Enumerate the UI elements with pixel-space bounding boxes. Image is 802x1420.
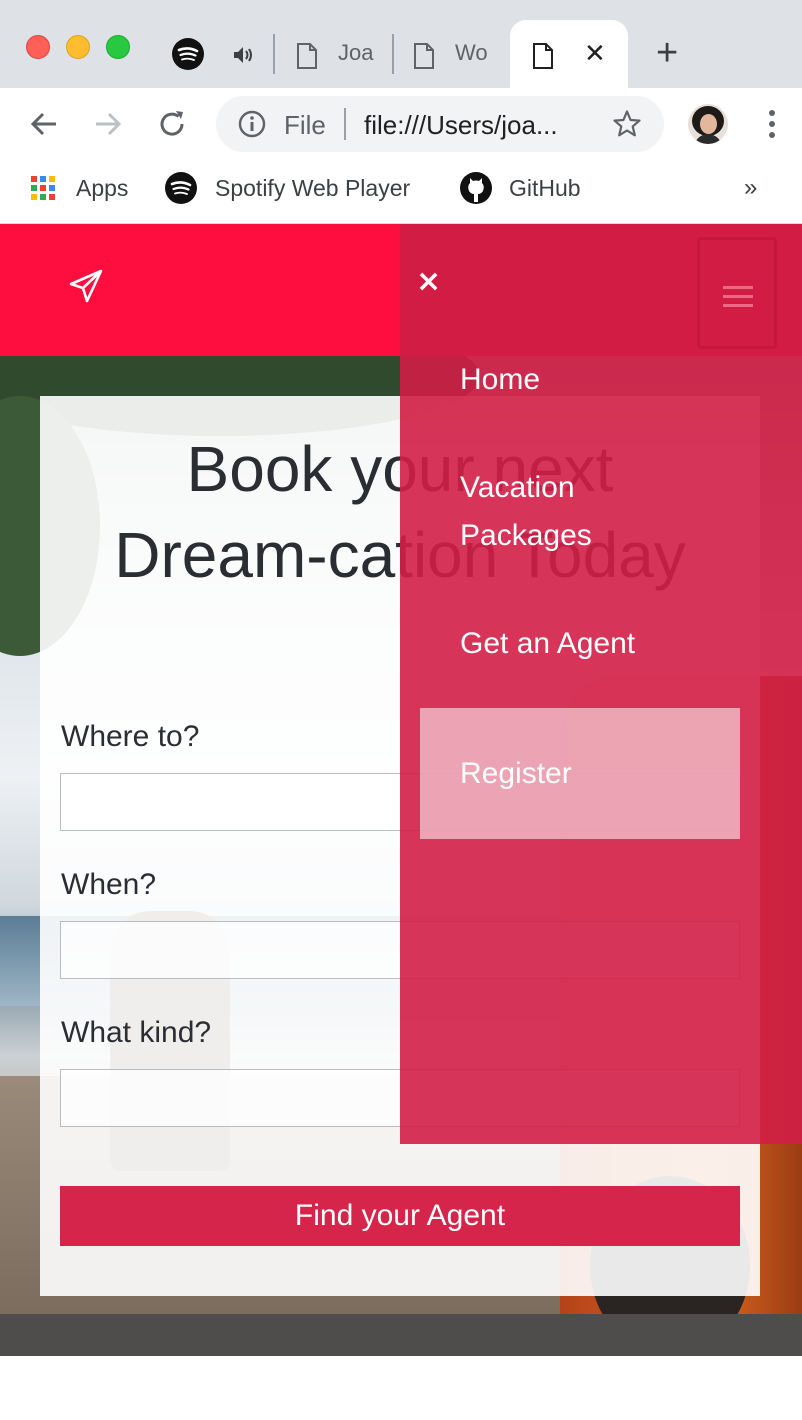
browser-tab-spotify[interactable] bbox=[160, 20, 272, 88]
document-icon bbox=[414, 43, 434, 69]
hero-curb bbox=[0, 1314, 802, 1356]
what-kind-label: What kind? bbox=[61, 1016, 212, 1049]
forward-arrow-icon bbox=[96, 112, 122, 136]
star-bookmark-icon[interactable] bbox=[612, 109, 642, 139]
address-url[interactable]: file:///Users/joa... bbox=[364, 110, 558, 141]
reload-icon bbox=[160, 111, 184, 136]
back-button[interactable] bbox=[26, 106, 62, 142]
bookmark-label: GitHub bbox=[509, 174, 581, 201]
where-to-label: Where to? bbox=[61, 720, 200, 753]
tab-separator bbox=[392, 34, 394, 74]
forward-button[interactable] bbox=[90, 106, 126, 142]
web-page: Book your next Dream-cation Today Where … bbox=[0, 224, 802, 1420]
audio-playing-icon[interactable] bbox=[232, 44, 254, 66]
tab-separator bbox=[273, 34, 275, 74]
hamburger-line bbox=[723, 295, 753, 298]
browser-tab-joa[interactable]: Joa bbox=[276, 20, 392, 88]
apps-grid-icon bbox=[31, 176, 55, 200]
register-label: Register bbox=[460, 757, 572, 790]
bookmark-github[interactable]: GitHub bbox=[459, 172, 581, 204]
menu-item-vacation-packages-line2[interactable]: Packages bbox=[460, 512, 592, 560]
menu-item-vacation-packages[interactable]: Vacation bbox=[460, 464, 575, 512]
window-maximize-button[interactable] bbox=[106, 35, 130, 59]
nav-menu-panel: Home Vacation Packages Get an Agent Regi… bbox=[400, 356, 802, 1144]
bookmarks-overflow-button[interactable]: » bbox=[744, 174, 757, 202]
spotify-icon bbox=[165, 172, 197, 204]
more-menu-icon[interactable] bbox=[762, 108, 782, 140]
close-tab-icon[interactable]: ✕ bbox=[584, 38, 606, 69]
menu-item-get-an-agent[interactable]: Get an Agent bbox=[460, 620, 635, 668]
menu-item-home[interactable]: Home bbox=[460, 356, 540, 404]
paper-plane-icon[interactable] bbox=[68, 268, 104, 304]
close-menu-icon[interactable]: × bbox=[416, 264, 441, 300]
bookmark-apps[interactable]: Apps bbox=[30, 172, 128, 204]
document-icon bbox=[533, 43, 553, 69]
address-bar[interactable]: File file:///Users/joa... bbox=[216, 96, 664, 152]
bookmarks-bar: Apps Spotify Web Player GitHub » bbox=[0, 160, 802, 224]
info-icon[interactable] bbox=[238, 110, 266, 138]
hamburger-line bbox=[723, 304, 753, 307]
profile-avatar[interactable] bbox=[688, 104, 728, 144]
window-close-button[interactable] bbox=[26, 35, 50, 59]
hamburger-line bbox=[723, 286, 753, 289]
when-label: When? bbox=[61, 868, 157, 901]
document-icon bbox=[297, 43, 317, 69]
github-icon bbox=[460, 172, 492, 204]
bookmark-label: Spotify Web Player bbox=[215, 174, 411, 201]
reload-button[interactable] bbox=[154, 106, 190, 142]
address-divider bbox=[344, 108, 346, 140]
browser-tabstrip: Joa Wo ✕ + bbox=[0, 0, 802, 88]
spotify-icon bbox=[172, 38, 204, 70]
hamburger-menu-button[interactable] bbox=[697, 237, 777, 349]
address-scheme: File bbox=[284, 110, 326, 140]
find-agent-button[interactable]: Find your Agent bbox=[60, 1186, 740, 1246]
tab-title: Joa bbox=[338, 40, 374, 65]
browser-tab-active[interactable]: ✕ bbox=[510, 20, 628, 88]
bookmark-spotify[interactable]: Spotify Web Player bbox=[165, 172, 410, 204]
menu-item-register[interactable]: Register bbox=[420, 708, 740, 839]
window-minimize-button[interactable] bbox=[66, 35, 90, 59]
back-arrow-icon bbox=[30, 112, 56, 136]
new-tab-button[interactable]: + bbox=[656, 34, 678, 72]
tab-title: Wo bbox=[455, 40, 488, 65]
bookmark-label: Apps bbox=[76, 174, 129, 201]
browser-toolbar: File file:///Users/joa... bbox=[0, 88, 802, 160]
browser-tab-wo[interactable]: Wo bbox=[395, 20, 507, 88]
